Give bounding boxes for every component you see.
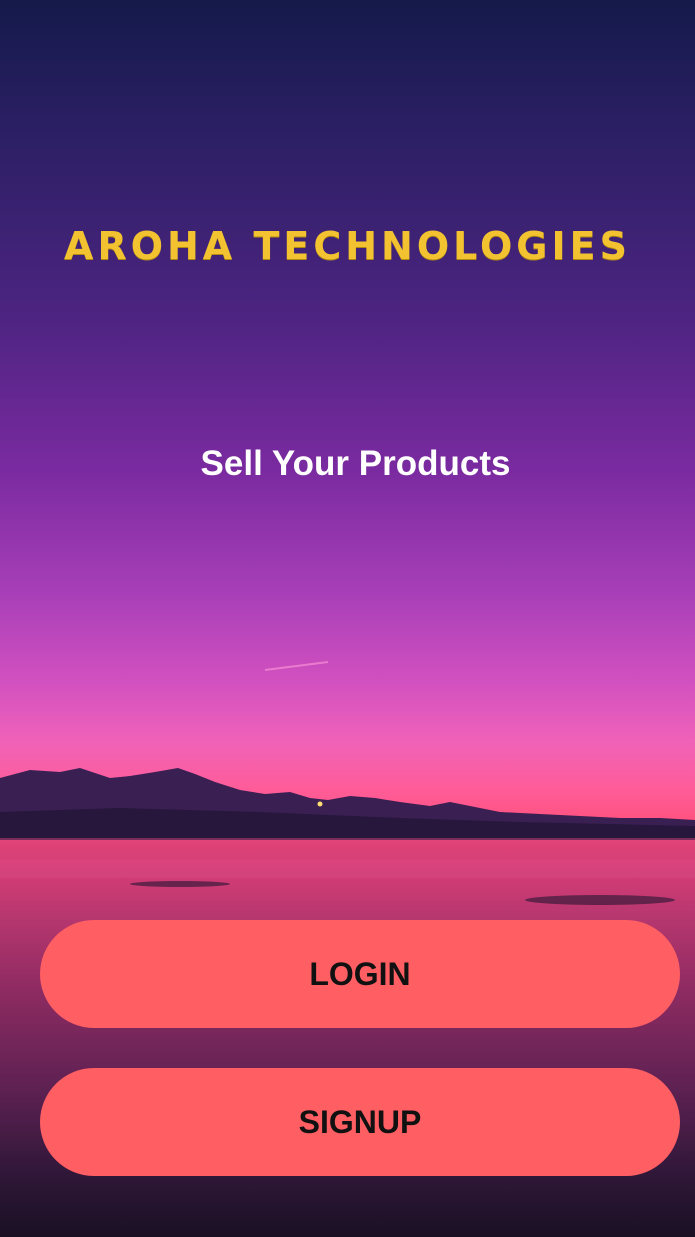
login-button[interactable]: LOGIN — [40, 920, 680, 1028]
welcome-screen: AROHA TECHNOLOGIES Sell Your Products LO… — [0, 0, 695, 1237]
login-button-label: LOGIN — [309, 955, 411, 992]
signup-button[interactable]: SIGNUP — [40, 1068, 680, 1176]
background-landscape-image — [0, 661, 695, 905]
signup-button-label: SIGNUP — [298, 1103, 422, 1140]
tagline: Sell Your Products — [200, 444, 511, 483]
brand-title: AROHA TECHNOLOGIES — [64, 224, 631, 268]
